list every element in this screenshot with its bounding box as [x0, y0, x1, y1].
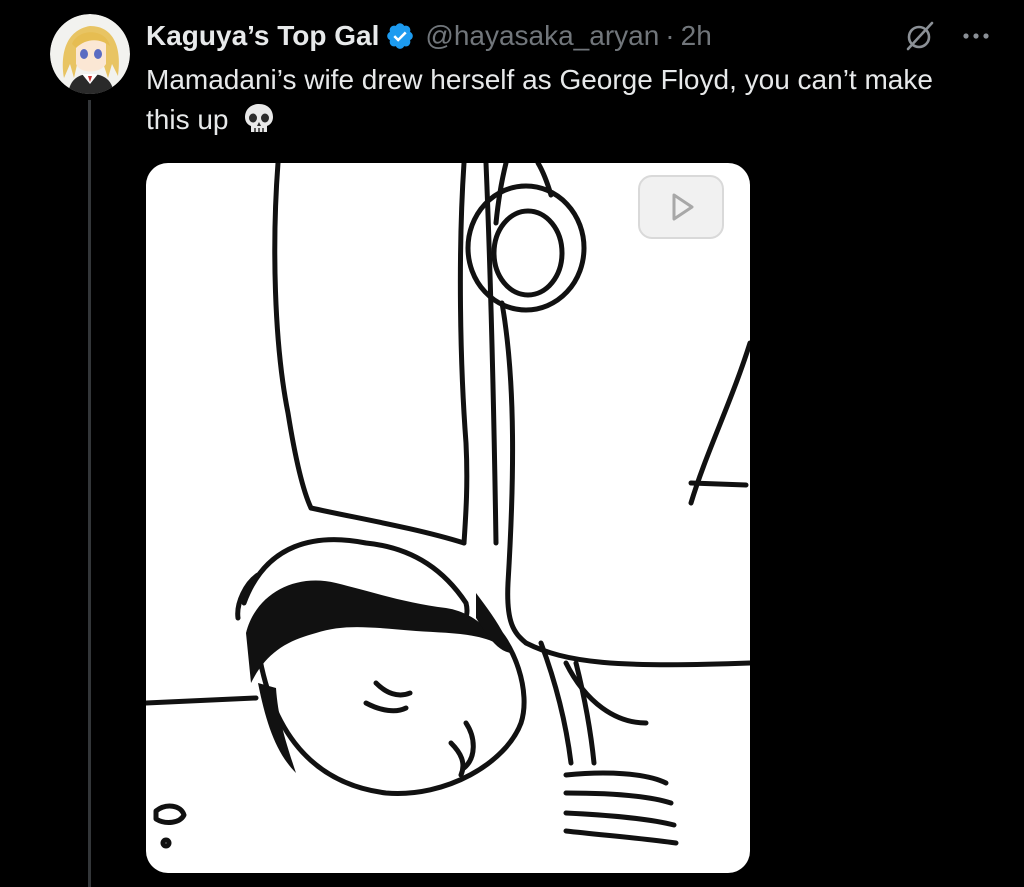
separator-dot: · — [665, 20, 675, 51]
display-name[interactable]: Kaguya’s Top Gal — [146, 20, 379, 52]
verified-badge-icon[interactable] — [385, 21, 415, 51]
tweet-header: Kaguya’s Top Gal @hayasaka_aryan · 2h — [146, 14, 712, 58]
avatar[interactable] — [50, 14, 130, 94]
illustration — [146, 163, 750, 849]
thread-line — [88, 100, 91, 887]
author-handle[interactable]: @hayasaka_aryan — [425, 20, 659, 52]
play-icon — [672, 193, 694, 221]
tweet-media-image[interactable] — [146, 163, 750, 873]
more-icon[interactable] — [958, 18, 994, 54]
grok-icon[interactable] — [902, 18, 938, 54]
skull-icon — [245, 104, 274, 132]
video-play-badge[interactable] — [638, 175, 724, 239]
tweet[interactable]: Kaguya’s Top Gal @hayasaka_aryan · 2h Ma… — [0, 0, 1024, 887]
tweet-text: Mamadani’s wife drew herself as George F… — [146, 60, 966, 140]
avatar-column — [50, 14, 130, 94]
timestamp[interactable]: 2h — [681, 20, 712, 52]
tweet-actions — [902, 18, 994, 54]
